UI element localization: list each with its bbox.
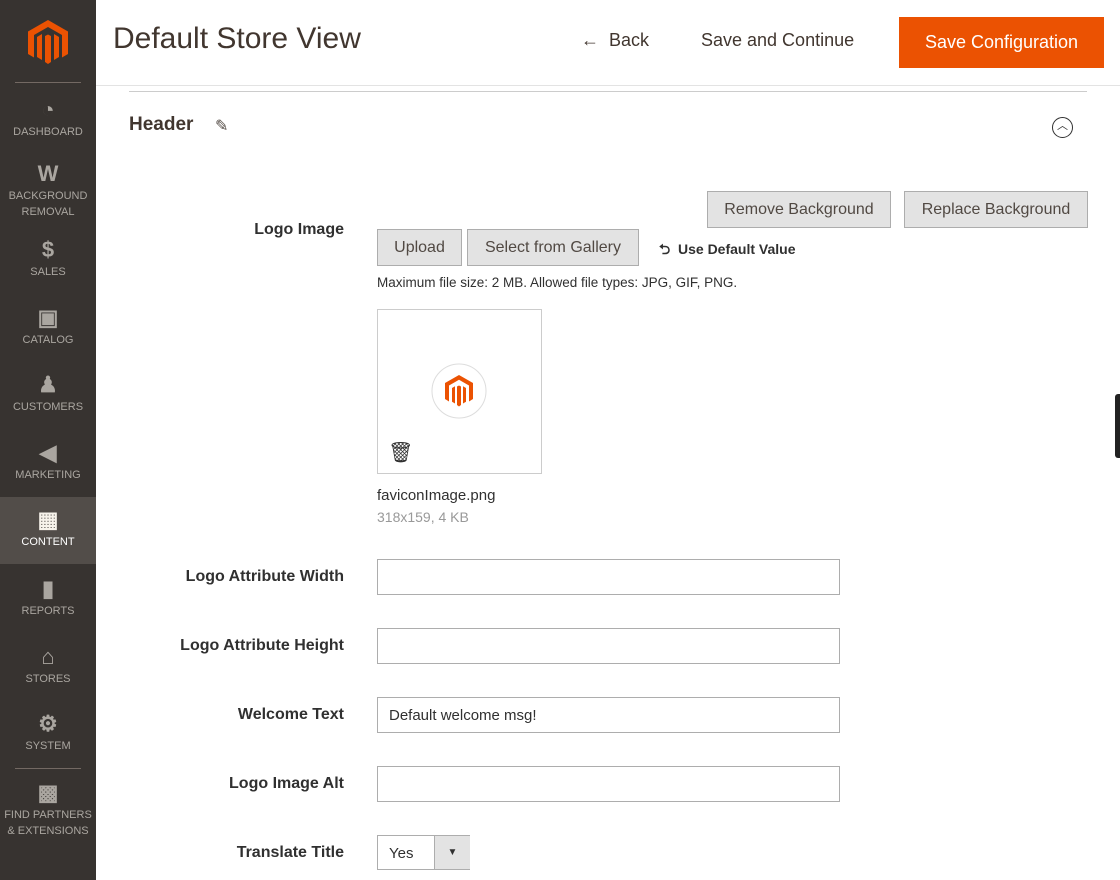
pencil-icon[interactable]: ✎ (215, 116, 228, 136)
gear-icon: ⚙ (38, 711, 58, 736)
page-title: Default Store View (113, 22, 361, 55)
sidebar-item-content[interactable]: ▦ CONTENT (0, 497, 96, 564)
divider (129, 91, 1087, 92)
welcome-text-input[interactable] (377, 697, 840, 733)
page-header: Default Store View ← Back Save and Conti… (96, 0, 1120, 86)
logo-alt-input[interactable] (377, 766, 840, 802)
bar-chart-icon: ▮ (41, 576, 55, 601)
select-from-gallery-button[interactable]: Select from Gallery (467, 229, 639, 266)
translate-title-select[interactable]: Yes ▼ (377, 835, 470, 870)
logo-alt-label: Logo Image Alt (229, 775, 344, 792)
welcome-text-label: Welcome Text (237, 706, 344, 723)
back-label: Back (609, 30, 650, 50)
sidebar-item-label: FIND PARTNERS & EXTENSIONS (4, 809, 92, 837)
logo-height-input[interactable] (377, 628, 840, 664)
sidebar-item-label: BACKGROUND REMOVAL (8, 190, 88, 218)
sidebar-item-reports[interactable]: ▮ REPORTS (0, 577, 96, 619)
sidebar-item-stores[interactable]: ⌂ STORES (0, 645, 96, 687)
chevron-down-icon: ▼ (434, 836, 470, 869)
sidebar-item-label: CONTENT (21, 536, 75, 548)
sidebar: ◔ DASHBOARD W BACKGROUND REMOVAL $ SALES ▣ C… (0, 0, 96, 880)
person-icon: ♟ (38, 372, 58, 397)
collapse-chevron-up-icon[interactable]: ︿ (1052, 117, 1073, 138)
image-preview[interactable]: 🗑 (377, 309, 542, 474)
trash-icon[interactable]: 🗑 (388, 440, 413, 465)
select-value: Yes (389, 845, 414, 862)
sidebar-item-label: CUSTOMERS (12, 401, 84, 413)
magento-logo-thumbnail (431, 363, 487, 419)
sidebar-item-label: DASHBOARD (13, 126, 83, 138)
lego-brick-icon: ▩ (37, 780, 59, 805)
sidebar-item-sales[interactable]: $ SALES (0, 238, 96, 280)
dollar-icon: $ (41, 237, 55, 262)
upload-button[interactable]: Upload (377, 229, 462, 266)
scroll-handle[interactable] (1115, 394, 1120, 458)
sidebar-item-customers[interactable]: ♟ CUSTOMERS (0, 373, 96, 415)
sidebar-item-dashboard[interactable]: ◔ DASHBOARD (0, 98, 96, 140)
sidebar-item-catalog[interactable]: ▣ CATALOG (0, 306, 96, 348)
remove-background-button[interactable]: Remove Background (707, 191, 891, 228)
file-meta: 318x159, 4 KB (377, 509, 469, 525)
use-default-label: Use Default Value (678, 241, 796, 257)
w-logo-icon: W (37, 161, 59, 186)
save-and-continue-button[interactable]: Save and Continue (701, 30, 854, 51)
layout-icon: ▦ (37, 507, 59, 532)
arrow-left-icon: ← (581, 30, 610, 50)
sidebar-item-background-removal[interactable]: W BACKGROUND REMOVAL (0, 162, 96, 220)
logo-height-label: Logo Attribute Height (180, 637, 344, 654)
sidebar-item-marketing[interactable]: ◀ MARKETING (0, 441, 96, 483)
dashboard-icon: ◔ (41, 97, 55, 122)
section-title[interactable]: Header (129, 114, 193, 136)
magento-logo-icon[interactable] (28, 20, 68, 64)
logo-image-label: Logo Image (254, 221, 344, 238)
back-button[interactable]: ← Back (581, 30, 649, 51)
storefront-icon: ⌂ (41, 644, 55, 669)
sidebar-item-system[interactable]: ⚙ SYSTEM (0, 712, 96, 754)
sidebar-item-label: SYSTEM (25, 740, 71, 752)
translate-title-label: Translate Title (236, 844, 344, 861)
undo-arrow-icon: ⮌ (659, 241, 678, 257)
sidebar-item-label: CATALOG (22, 334, 74, 346)
replace-background-button[interactable]: Replace Background (904, 191, 1088, 228)
sidebar-item-label: MARKETING (15, 469, 81, 481)
save-configuration-button[interactable]: Save Configuration (899, 17, 1104, 68)
sidebar-divider (15, 768, 81, 769)
sidebar-item-find-partners[interactable]: ▩ FIND PARTNERS & EXTENSIONS (0, 781, 96, 839)
file-name: faviconImage.png (377, 487, 496, 504)
box-icon: ▣ (37, 305, 59, 330)
use-default-value-button[interactable]: ⮌ Use Default Value (659, 239, 796, 263)
megaphone-icon: ◀ (39, 440, 57, 465)
sidebar-item-label: REPORTS (21, 605, 75, 617)
sidebar-item-label: SALES (30, 266, 66, 278)
logo-width-label: Logo Attribute Width (185, 568, 344, 585)
logo-width-input[interactable] (377, 559, 840, 595)
file-note: Maximum file size: 2 MB. Allowed file ty… (377, 275, 738, 290)
sidebar-divider (15, 82, 81, 83)
sidebar-item-label: STORES (25, 673, 71, 685)
